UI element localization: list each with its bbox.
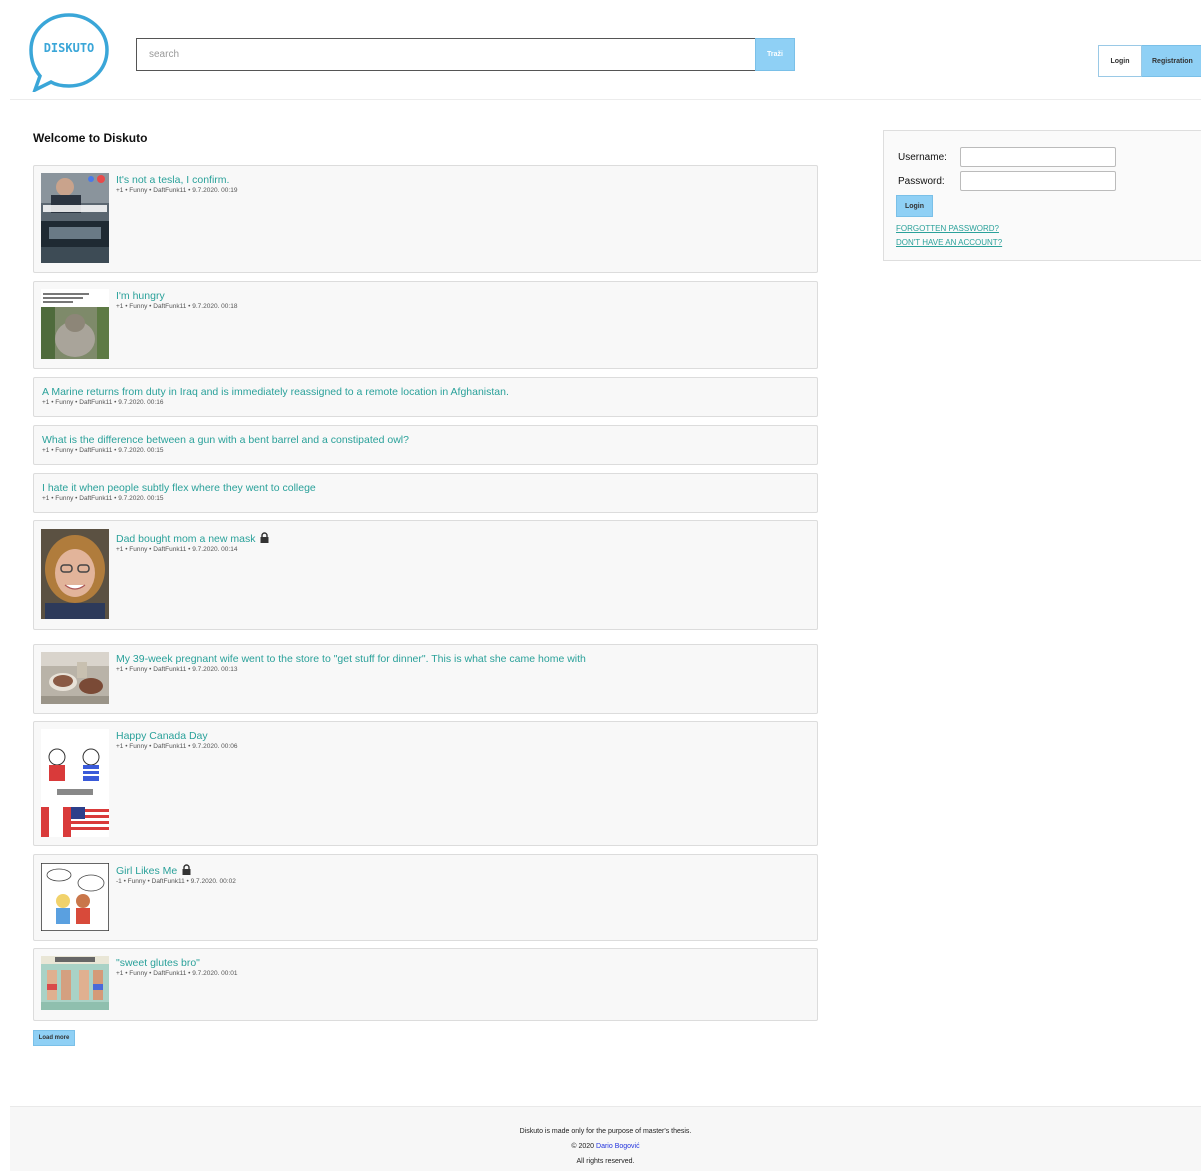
site-logo[interactable]: DISKUTO [27,12,111,92]
footer: Diskuto is made only for the purpose of … [10,1106,1201,1171]
register-link[interactable]: DON'T HAVE AN ACCOUNT? [896,238,1002,247]
post-title[interactable]: Girl Likes Me [116,863,236,877]
post-thumbnail[interactable] [41,652,109,704]
post-thumbnail[interactable] [41,289,109,359]
search-input[interactable] [136,38,755,71]
post-meta: +1 • Funny • DaftFunk11 • 9.7.2020. 00:1… [116,187,238,194]
post-title[interactable]: "sweet glutes bro" [116,957,237,969]
search-button[interactable]: Traži [755,38,795,71]
post-meta: +1 • Funny • DaftFunk11 • 9.7.2020. 00:1… [116,303,238,310]
post-meta: +1 • Funny • DaftFunk11 • 9.7.2020. 00:1… [42,447,164,454]
post-item[interactable]: Girl Likes Me -1 • Funny • DaftFunk11 • … [33,854,818,941]
post-item[interactable]: Happy Canada Day +1 • Funny • DaftFunk11… [33,721,818,846]
header-registration-button[interactable]: Registration [1142,45,1201,77]
post-meta: +1 • Funny • DaftFunk11 • 9.7.2020. 00:1… [42,495,164,502]
post-title[interactable]: Happy Canada Day [116,730,237,742]
post-title[interactable]: What is the difference between a gun wit… [42,434,409,446]
post-meta: +1 • Funny • DaftFunk11 • 9.7.2020. 00:0… [116,970,238,977]
password-label: Password: [898,175,945,187]
post-title[interactable]: A Marine returns from duty in Iraq and i… [42,386,509,398]
post-item[interactable]: What is the difference between a gun wit… [33,425,818,465]
footer-copyright: © 2020 Dario Bogović [10,1139,1201,1154]
post-thumbnail[interactable] [41,173,109,263]
author-link[interactable]: Dario Bogović [596,1143,640,1150]
lock-icon [182,863,191,875]
post-title[interactable]: I'm hungry [116,290,237,302]
post-meta: +1 • Funny • DaftFunk11 • 9.7.2020. 00:1… [116,666,238,673]
post-meta: +1 • Funny • DaftFunk11 • 9.7.2020. 00:1… [116,546,238,553]
post-item[interactable]: A Marine returns from duty in Iraq and i… [33,377,818,417]
post-thumbnail[interactable] [41,529,109,619]
footer-rights: All rights reserved. [576,1158,635,1165]
lock-icon [260,531,269,543]
search-bar: Traži [136,38,795,71]
post-thumbnail[interactable] [41,956,109,1010]
post-item[interactable]: My 39-week pregnant wife went to the sto… [33,644,818,714]
login-submit-button[interactable]: Login [896,195,933,217]
post-item[interactable]: I'm hungry +1 • Funny • DaftFunk11 • 9.7… [33,281,818,369]
post-title[interactable]: Dad bought mom a new mask [116,531,269,545]
logo-text: DISKUTO [44,41,95,55]
post-thumbnail[interactable] [41,863,109,931]
footer-thesis-note: Diskuto is made only for the purpose of … [519,1128,692,1135]
post-meta: +1 • Funny • DaftFunk11 • 9.7.2020. 00:1… [42,399,164,406]
auth-buttons: Login Registration [1098,45,1201,77]
page-title: Welcome to Diskuto [33,131,148,145]
copyright-text: © 2020 [571,1143,595,1150]
username-field[interactable] [960,147,1116,167]
post-item[interactable]: It's not a tesla, I confirm. +1 • Funny … [33,165,818,273]
post-meta: +1 • Funny • DaftFunk11 • 9.7.2020. 00:0… [116,743,238,750]
header-login-button[interactable]: Login [1098,45,1142,77]
post-title[interactable]: I hate it when people subtly flex where … [42,482,316,494]
login-panel: Username: Password: Login FORGOTTEN PASS… [883,130,1201,261]
post-meta: -1 • Funny • DaftFunk11 • 9.7.2020. 00:0… [116,878,236,885]
header-divider [10,99,1201,100]
post-thumbnail[interactable] [41,729,109,837]
post-item[interactable]: I hate it when people subtly flex where … [33,473,818,513]
username-label: Username: [898,151,947,163]
post-title[interactable]: It's not a tesla, I confirm. [116,174,237,186]
load-more-button[interactable]: Load more [33,1030,75,1046]
post-title[interactable]: My 39-week pregnant wife went to the sto… [116,653,586,665]
password-field[interactable] [960,171,1116,191]
forgotten-password-link[interactable]: FORGOTTEN PASSWORD? [896,224,999,233]
post-item[interactable]: "sweet glutes bro" +1 • Funny • DaftFunk… [33,948,818,1021]
post-item[interactable]: Dad bought mom a new mask +1 • Funny • D… [33,520,818,630]
